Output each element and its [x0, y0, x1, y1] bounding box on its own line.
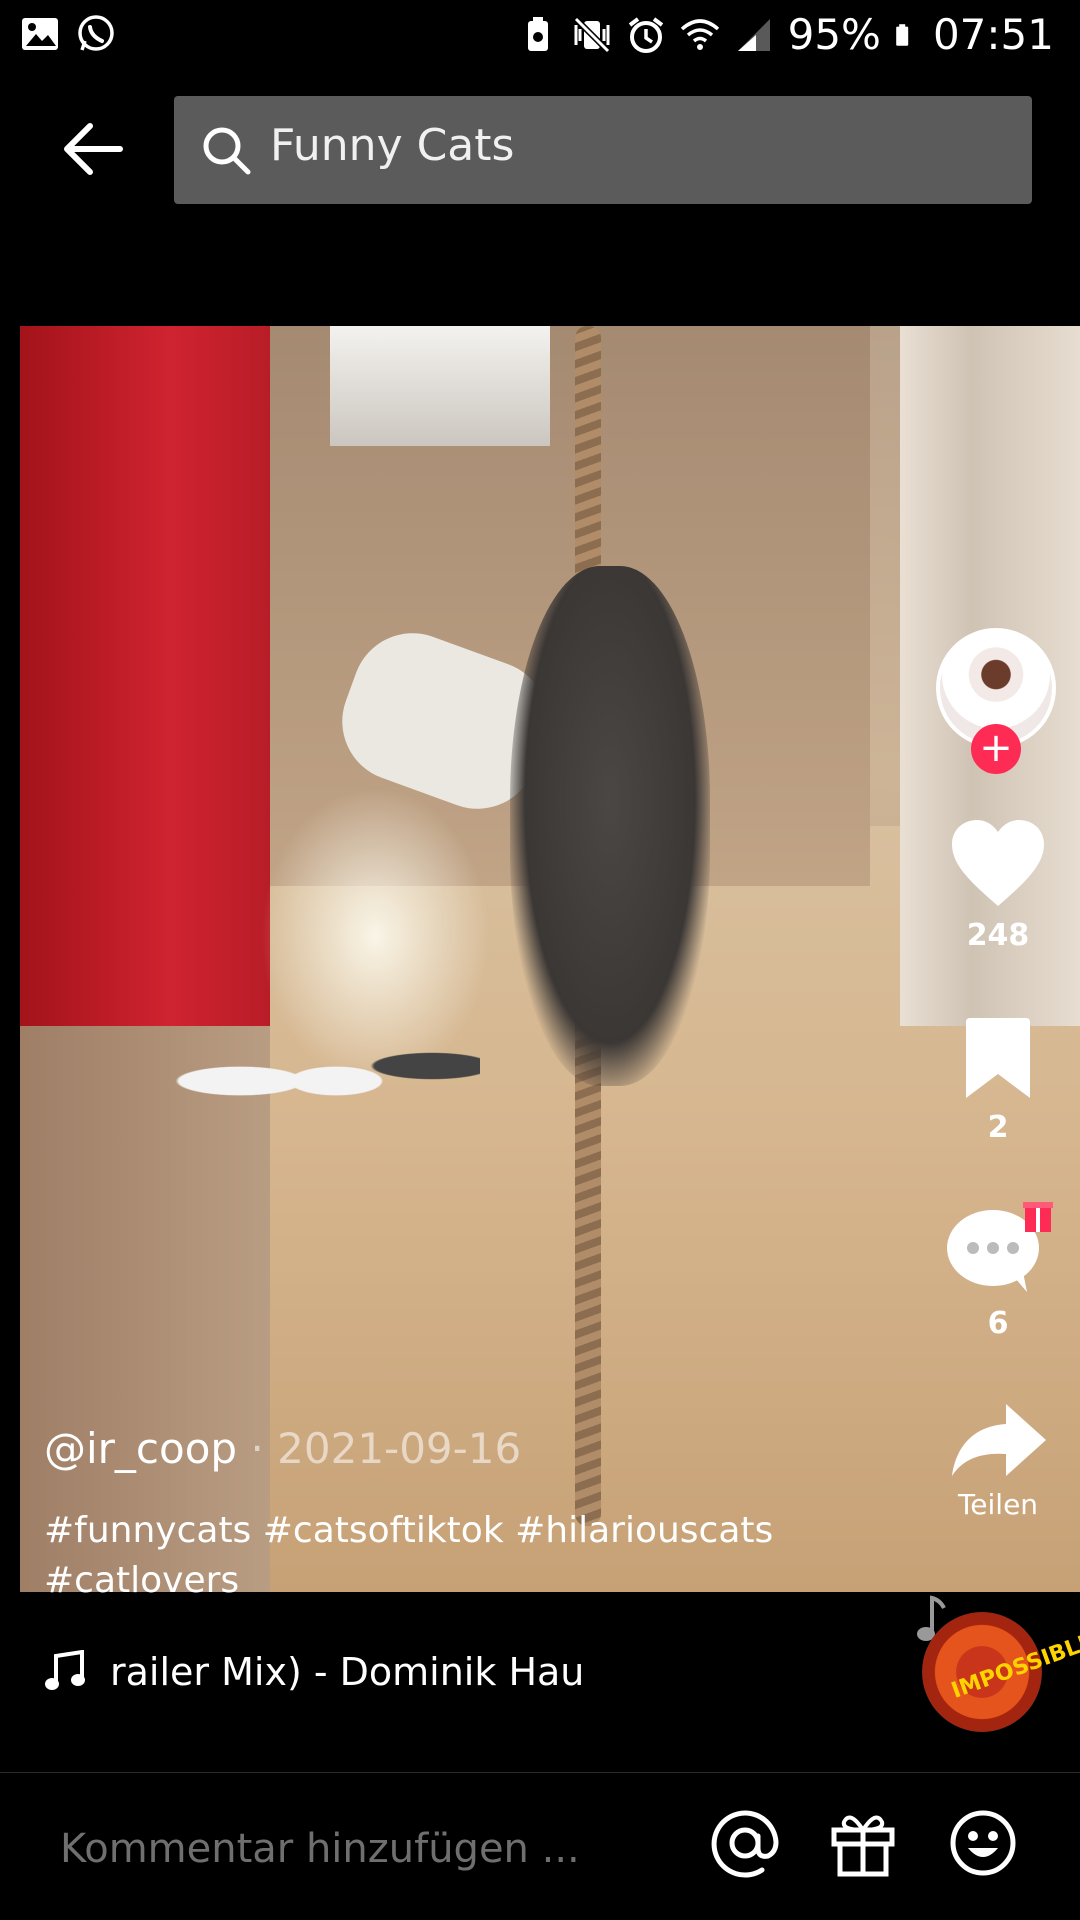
search-query[interactable]: Funny Cats: [270, 120, 514, 171]
comment-input[interactable]: Kommentar hinzufügen ...: [60, 1826, 580, 1872]
at-icon[interactable]: [710, 1808, 780, 1878]
status-bar-right: 95% 07:51: [518, 10, 1054, 59]
post-hashtags[interactable]: #funnycats #catsoftiktok #hilariouscats …: [44, 1506, 824, 1606]
video-frame-window: [330, 326, 550, 446]
search-bar[interactable]: Funny Cats: [174, 96, 1032, 204]
save-count: 2: [987, 1110, 1009, 1145]
music-title[interactable]: railer Mix) - Dominik Hause: [110, 1650, 586, 1694]
like-count: 248: [966, 918, 1030, 953]
gallery-icon: [22, 18, 58, 50]
clock: 07:51: [932, 10, 1054, 59]
vibrate-mute-icon: [573, 16, 610, 53]
save-button[interactable]: 2: [930, 1016, 1066, 1145]
creator-avatar[interactable]: +: [936, 628, 1056, 774]
video-frame-toys: [160, 1026, 480, 1126]
emoji-icon[interactable]: [948, 1808, 1018, 1878]
battery-icon: [896, 23, 909, 46]
post-author[interactable]: @ir_coop · 2021-09-16: [44, 1424, 521, 1473]
share-button[interactable]: Teilen: [930, 1400, 1066, 1521]
post-date: · 2021-09-16: [250, 1424, 522, 1473]
username[interactable]: @ir_coop: [44, 1424, 237, 1473]
music-note-icon: [45, 1650, 85, 1690]
share-label: Teilen: [957, 1488, 1039, 1521]
signal-icon: [737, 18, 770, 51]
status-bar: 95% 07:51: [0, 0, 1080, 76]
heart-icon[interactable]: [948, 818, 1048, 908]
share-arrow-icon[interactable]: [948, 1400, 1048, 1480]
comment-icon[interactable]: [943, 1196, 1053, 1296]
divider: [0, 1772, 1080, 1773]
comment-count: 6: [987, 1306, 1009, 1341]
search-icon: [203, 127, 251, 175]
status-bar-left: [20, 14, 116, 54]
battery-percent: 95%: [787, 10, 881, 59]
whatsapp-icon: [78, 15, 114, 51]
alarm-icon: [628, 16, 663, 53]
like-button[interactable]: 248: [930, 818, 1066, 953]
comment-button[interactable]: 6: [930, 1196, 1066, 1341]
bookmark-icon[interactable]: [958, 1016, 1038, 1100]
follow-plus-icon[interactable]: +: [971, 724, 1021, 774]
battery-saver-icon: [527, 16, 548, 51]
gift-icon[interactable]: [828, 1808, 898, 1878]
music-row[interactable]: railer Mix) - Dominik Hause IMPOSSIBLE: [0, 1594, 1080, 1774]
wifi-icon: [680, 18, 719, 50]
video-frame-cat: [510, 566, 710, 1086]
arrow-left-icon[interactable]: [62, 118, 124, 180]
video-player[interactable]: [20, 326, 1080, 1592]
video-frame-red-board: [20, 326, 270, 1026]
